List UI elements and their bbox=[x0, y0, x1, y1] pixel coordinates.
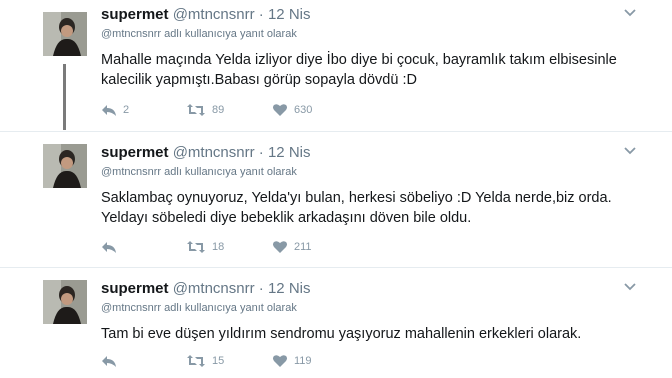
tweet[interactable]: supermet @mtncnsnrr · 12 Nis @mtncnsnrr … bbox=[0, 268, 672, 378]
avatar[interactable] bbox=[43, 280, 87, 324]
reply-icon bbox=[102, 242, 116, 253]
reply-mention[interactable]: @mtncnsnrr bbox=[101, 28, 161, 40]
heart-icon bbox=[273, 355, 287, 367]
like-count: 119 bbox=[294, 355, 312, 367]
chevron-down-icon[interactable] bbox=[624, 8, 636, 18]
reply-context: @mtncnsnrr adlı kullanıcıya yanıt olarak bbox=[101, 302, 297, 314]
reply-button[interactable] bbox=[101, 352, 123, 370]
separator: · bbox=[258, 144, 264, 161]
avatar[interactable] bbox=[43, 144, 87, 188]
user-name[interactable]: supermet bbox=[101, 6, 169, 23]
like-button[interactable]: 630 bbox=[272, 101, 312, 119]
like-count: 630 bbox=[294, 104, 313, 116]
thread-line bbox=[63, 64, 66, 130]
retweet-icon bbox=[187, 104, 205, 116]
chevron-down-icon[interactable] bbox=[624, 146, 636, 156]
reply-mention[interactable]: @mtncnsnrr bbox=[101, 302, 161, 314]
user-name[interactable]: supermet bbox=[101, 280, 169, 297]
retweet-button[interactable]: 89 bbox=[186, 101, 224, 119]
separator: · bbox=[258, 6, 264, 23]
reply-suffix: adlı kullanıcıya yanıt olarak bbox=[164, 28, 297, 40]
reply-mention[interactable]: @mtncnsnrr bbox=[101, 166, 161, 178]
user-handle[interactable]: @mtncnsnrr bbox=[173, 6, 255, 23]
like-button[interactable]: 119 bbox=[272, 352, 312, 370]
heart-icon bbox=[273, 104, 287, 116]
reply-button[interactable] bbox=[101, 238, 123, 256]
like-count: 211 bbox=[294, 241, 312, 253]
tweet-header: supermet @mtncnsnrr · 12 Nis bbox=[101, 144, 632, 162]
user-name[interactable]: supermet bbox=[101, 144, 169, 161]
tweet-text: Saklambaç oynuyoruz, Yelda'yı bulan, her… bbox=[101, 190, 612, 226]
tweet-text: Tam bi eve düşen yıldırım sendromu yaşıy… bbox=[101, 326, 582, 342]
retweet-button[interactable]: 15 bbox=[186, 352, 224, 370]
tweet-header: supermet @mtncnsnrr · 12 Nis bbox=[101, 6, 632, 24]
retweet-count: 89 bbox=[212, 104, 225, 116]
avatar[interactable] bbox=[43, 12, 87, 56]
tweet[interactable]: supermet @mtncnsnrr · 12 Nis @mtncnsnrr … bbox=[0, 0, 672, 132]
retweet-icon bbox=[187, 355, 205, 367]
tweet-date[interactable]: 12 Nis bbox=[268, 144, 311, 161]
tweet-header: supermet @mtncnsnrr · 12 Nis bbox=[101, 280, 632, 298]
tweet[interactable]: supermet @mtncnsnrr · 12 Nis @mtncnsnrr … bbox=[0, 132, 672, 268]
chevron-down-icon[interactable] bbox=[624, 282, 636, 292]
reply-count: 2 bbox=[123, 104, 130, 116]
retweet-button[interactable]: 18 bbox=[186, 238, 224, 256]
heart-icon bbox=[273, 241, 287, 253]
like-button[interactable]: 211 bbox=[272, 238, 312, 256]
separator: · bbox=[258, 280, 264, 297]
tweet-date[interactable]: 12 Nis bbox=[268, 280, 311, 297]
retweet-count: 18 bbox=[212, 241, 225, 253]
tweet-text: Mahalle maçında Yelda izliyor diye İbo d… bbox=[101, 52, 617, 88]
reply-context: @mtncnsnrr adlı kullanıcıya yanıt olarak bbox=[101, 166, 297, 178]
reply-icon bbox=[102, 356, 116, 367]
retweet-icon bbox=[187, 241, 205, 253]
user-handle[interactable]: @mtncnsnrr bbox=[173, 144, 255, 161]
retweet-count: 15 bbox=[212, 355, 225, 367]
reply-button[interactable]: 2 bbox=[101, 101, 129, 119]
reply-suffix: adlı kullanıcıya yanıt olarak bbox=[164, 302, 297, 314]
tweet-date[interactable]: 12 Nis bbox=[268, 6, 311, 23]
reply-context: @mtncnsnrr adlı kullanıcıya yanıt olarak bbox=[101, 28, 297, 40]
user-handle[interactable]: @mtncnsnrr bbox=[173, 280, 255, 297]
reply-icon bbox=[102, 105, 116, 116]
reply-suffix: adlı kullanıcıya yanıt olarak bbox=[164, 166, 297, 178]
